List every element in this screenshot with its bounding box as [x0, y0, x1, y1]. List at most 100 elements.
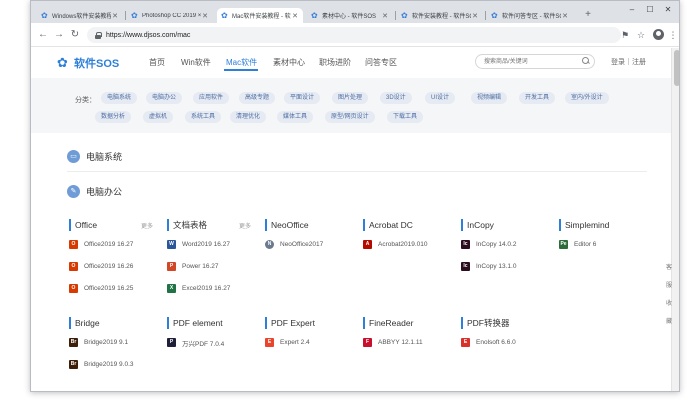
nav-materials[interactable]: 素材中心 [273, 57, 305, 68]
browser-tab[interactable]: ✿ Photoshop CC 2019 × ✕ [127, 8, 213, 23]
close-tab-icon[interactable]: ✕ [471, 12, 479, 20]
column-title[interactable]: PDF转换器 [461, 317, 547, 329]
category-chip[interactable]: 数据分析 [95, 111, 132, 123]
software-item[interactable]: Ic InCopy 13.1.0 [461, 261, 516, 272]
address-bar[interactable]: https://www.djsos.com/mac [87, 27, 621, 43]
nav-win-software[interactable]: Win软件 [181, 57, 211, 68]
login-register-link[interactable]: 登录｜注册 [611, 57, 646, 67]
close-tab-icon[interactable]: ✕ [201, 12, 209, 20]
browser-tab[interactable]: ✿ 软件安装教程 - 软件SO ✕ [397, 8, 483, 23]
software-item[interactable]: P 万兴PDF 7.0.4 [167, 337, 224, 348]
category-chip[interactable]: 系统工具 [185, 111, 222, 123]
office-icon: O [69, 240, 78, 249]
software-item[interactable]: Ic InCopy 14.0.2 [461, 239, 516, 250]
section-office[interactable]: ✎ 电脑办公 [67, 176, 647, 206]
section-title: 电脑系统 [86, 152, 123, 162]
column-title[interactable]: PDF Expert [265, 317, 351, 329]
column-title[interactable]: FineReader [363, 317, 449, 329]
column-title[interactable]: PDF element [167, 317, 253, 329]
category-chip[interactable]: UI设计 [425, 92, 456, 104]
side-tool-favorite[interactable]: 藏 [666, 316, 672, 325]
close-tab-icon[interactable]: ✕ [291, 12, 299, 20]
more-link[interactable]: 更多 [141, 221, 153, 233]
category-chip[interactable]: 高级专题 [239, 92, 276, 104]
nav-career[interactable]: 职场进阶 [319, 57, 351, 68]
close-tab-icon[interactable]: ✕ [111, 12, 119, 20]
software-item[interactable]: Pe Editor 6 [559, 239, 596, 250]
column-title[interactable]: NeoOffice [265, 219, 351, 231]
pdf-converter-icon: E [461, 338, 470, 347]
software-item[interactable]: Br Bridge2019 9.0.3 [69, 359, 134, 370]
category-chip[interactable]: 应用软件 [193, 92, 230, 104]
more-link[interactable]: 更多 [239, 221, 251, 233]
side-tool-service[interactable]: 客 [666, 262, 672, 271]
menu-kebab-icon[interactable]: ⋮ [667, 29, 679, 41]
column-title[interactable]: 文档表格 更多 [167, 219, 253, 231]
software-item[interactable]: X Excel2019 16.27 [167, 283, 230, 294]
side-tool-service[interactable]: 服 [666, 280, 672, 289]
close-tab-icon[interactable]: ✕ [381, 12, 389, 20]
nav-home[interactable]: 首页 [149, 57, 165, 68]
word-icon: W [167, 240, 176, 249]
search-icon[interactable] [582, 57, 590, 65]
browser-tab-active[interactable]: ✿ Mac软件安装教程 - 软件SO ✕ [217, 8, 303, 23]
search-input[interactable] [475, 54, 595, 69]
software-item[interactable]: W Word2019 16.27 [167, 239, 230, 250]
side-tool-favorite[interactable]: 收 [666, 298, 672, 307]
category-chip[interactable]: 原型/网页设计 [325, 111, 375, 123]
software-item[interactable]: O Office2019 16.25 [69, 283, 133, 294]
column-title[interactable]: Office 更多 [69, 219, 155, 231]
minimize-icon[interactable]: – [625, 5, 639, 14]
browser-window: ✿ Windows软件安装教程 - 软 ✕ ✿ Photoshop CC 201… [30, 0, 680, 392]
tab-strip: ✿ Windows软件安装教程 - 软 ✕ ✿ Photoshop CC 201… [31, 1, 679, 23]
software-item[interactable]: O Office2019 16.26 [69, 261, 133, 272]
translate-icon[interactable]: ⚑ [619, 29, 631, 41]
reload-icon[interactable]: ↻ [69, 29, 81, 41]
nav-mac-software[interactable]: Mac软件 [226, 57, 257, 68]
maximize-icon[interactable]: ☐ [643, 5, 657, 14]
close-window-icon[interactable]: ✕ [661, 5, 675, 14]
category-chip[interactable]: 室内/外设计 [565, 92, 609, 104]
software-item[interactable]: N NeoOffice2017 [265, 239, 323, 250]
category-chip[interactable]: 电脑系统 [101, 92, 138, 104]
browser-tab[interactable]: ✿ Windows软件安装教程 - 软 ✕ [37, 8, 123, 23]
category-chip[interactable]: 3D设计 [380, 92, 412, 104]
software-item[interactable]: E Enolsoft 6.6.0 [461, 337, 516, 348]
site-logo[interactable]: ✿ 软件SOS [57, 55, 119, 71]
section-computer-system[interactable]: ▭ 电脑系统 [67, 142, 647, 172]
category-chip[interactable]: 平面设计 [284, 92, 321, 104]
simplemind-icon: Pe [559, 240, 568, 249]
software-item[interactable]: F ABBYY 12.1.11 [363, 337, 423, 348]
browser-tab[interactable]: ✿ 软件问答专区 - 软件SOS ✕ [487, 8, 573, 23]
software-item[interactable]: E Expert 2.4 [265, 337, 310, 348]
column-title[interactable]: Acrobat DC [363, 219, 449, 231]
category-chip[interactable]: 虚拟机 [143, 111, 174, 123]
category-chip[interactable]: 媒体工具 [277, 111, 314, 123]
site-favicon-icon: ✿ [311, 10, 318, 20]
category-chip[interactable]: 下载工具 [387, 111, 424, 123]
new-tab-icon[interactable]: + [582, 9, 594, 21]
column-title[interactable]: Simplemind [559, 219, 645, 231]
nav-qa[interactable]: 问答专区 [365, 57, 397, 68]
bookmark-star-icon[interactable]: ☆ [635, 29, 647, 41]
category-chip[interactable]: 电脑办公 [146, 92, 183, 104]
category-chip[interactable]: 图片处理 [332, 92, 369, 104]
software-item[interactable]: O Office2019 16.27 [69, 239, 133, 250]
finereader-icon: F [363, 338, 372, 347]
browser-tab[interactable]: ✿ 素材中心 - 软件SOS ✕ [307, 8, 393, 23]
software-item[interactable]: Br Bridge2019 9.1 [69, 337, 128, 348]
software-item[interactable]: A Acrobat2019.010 [363, 239, 428, 250]
profile-avatar-icon[interactable] [653, 29, 664, 40]
software-item[interactable]: P Power 16.27 [167, 261, 219, 272]
close-tab-icon[interactable]: ✕ [561, 12, 569, 20]
category-chip[interactable]: 视频编辑 [471, 92, 508, 104]
column-title[interactable]: Bridge [69, 317, 155, 329]
category-chip[interactable]: 开发工具 [519, 92, 556, 104]
site-favicon-icon: ✿ [491, 10, 498, 20]
back-icon[interactable]: ← [37, 29, 49, 41]
category-chip[interactable]: 清理优化 [230, 111, 267, 123]
scroll-thumb[interactable] [674, 50, 679, 86]
column-title[interactable]: InCopy [461, 219, 547, 231]
forward-icon[interactable]: → [53, 29, 65, 41]
page-scrollbar[interactable] [671, 48, 679, 391]
